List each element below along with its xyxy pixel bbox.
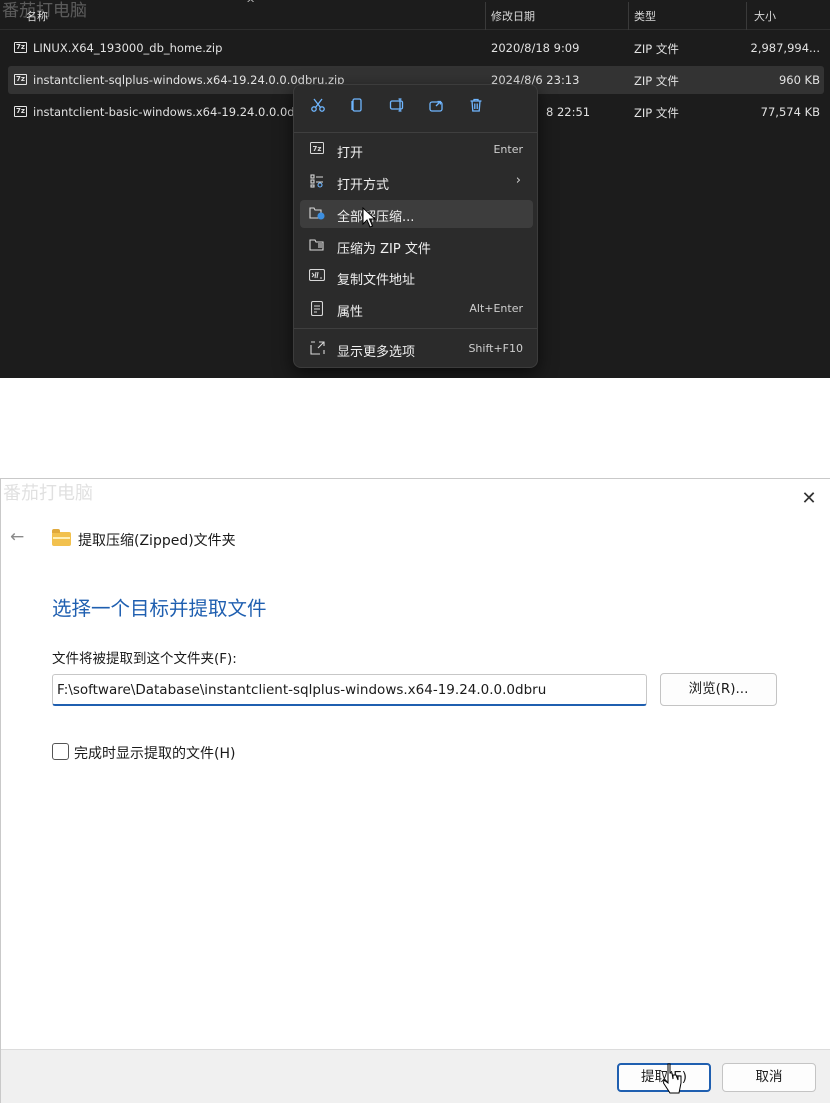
menu-item-properties[interactable]: 属性 Alt+Enter [300,295,533,323]
extract-zip-dialog: 番茄打电脑 ✕ ← 提取压缩(Zipped)文件夹 选择一个目标并提取文件 文件… [0,478,830,1103]
cancel-button[interactable]: 取消 [722,1063,816,1092]
menu-divider [294,328,537,329]
close-icon[interactable]: ✕ [797,487,821,511]
browse-button[interactable]: 浏览(R)... [660,673,777,706]
properties-icon [309,300,325,317]
context-menu: 7z 打开 Enter 打开方式 › 全部解压缩... 压缩为 ZIP 文件 复… [293,84,538,368]
file-size: 2,987,994... [750,41,821,55]
page-title: 选择一个目标并提取文件 [52,597,267,620]
sort-caret-icon: ^ [246,0,256,10]
svg-text:7z: 7z [313,145,322,153]
spacer [0,378,830,478]
file-name: instantclient-basic-windows.x64-19.24.0.… [33,105,295,119]
cut-icon[interactable] [307,97,329,119]
chevron-right-icon: › [515,173,521,188]
menu-item-open[interactable]: 7z 打开 Enter [300,136,533,164]
copy-path-icon [308,268,326,285]
column-name[interactable]: 名称 [26,8,48,24]
watermark: 番茄打电脑 [3,483,93,504]
destination-label: 文件将被提取到这个文件夹(F): [52,651,237,667]
mouse-cursor-icon [362,207,376,228]
delete-icon[interactable] [465,97,487,119]
zip-folder-icon [309,238,325,254]
menu-item-label: 复制文件地址 [337,273,416,288]
copy-icon[interactable] [346,97,368,119]
rename-icon[interactable] [386,97,408,119]
menu-item-label: 打开方式 [337,178,390,193]
column-header: 名称 ^ 修改日期 类型 大小 [0,0,830,30]
back-arrow-icon[interactable]: ← [10,527,24,547]
extract-folder-icon [309,206,325,222]
menu-item-copy-path[interactable]: 复制文件地址 [300,263,533,291]
menu-item-label: 压缩为 ZIP 文件 [337,242,431,257]
menu-item-label: 打开 [337,146,364,161]
destination-path-input[interactable] [52,674,647,706]
menu-item-compress-zip[interactable]: 压缩为 ZIP 文件 [300,232,533,260]
zip-file-icon: 7z [14,74,27,85]
file-row[interactable]: 7z LINUX.X64_193000_db_home.zip 2020/8/1… [8,34,824,62]
zip-file-icon: 7z [14,42,27,53]
column-type[interactable]: 类型 [634,8,656,24]
file-explorer: 名称 ^ 修改日期 类型 大小 番茄打电脑 7z LINUX.X64_19300… [0,0,830,378]
quick-actions-bar [294,85,537,131]
menu-item-label: 属性 [337,305,364,320]
mouse-cursor-icon [663,1063,682,1094]
zip-file-icon: 7z [309,142,325,158]
open-with-icon [309,174,325,190]
file-date: 8 22:51 [546,105,591,119]
menu-item-shortcut: Alt+Enter [469,302,523,315]
column-separator[interactable] [746,2,747,30]
file-size: 77,574 KB [760,105,820,119]
zip-file-icon: 7z [14,106,27,117]
menu-item-label: 显示更多选项 [337,345,416,360]
show-more-options-icon [309,341,325,357]
menu-item-shortcut: Enter [493,143,523,156]
share-icon[interactable] [425,97,447,119]
menu-item-show-more-options[interactable]: 显示更多选项 Shift+F10 [300,335,533,363]
file-name: LINUX.X64_193000_db_home.zip [33,41,223,55]
file-size: 960 KB [778,73,820,87]
file-type: ZIP 文件 [634,106,679,120]
menu-item-extract-all[interactable]: 全部解压缩... [300,200,533,228]
show-extracted-files-checkbox[interactable] [52,743,69,760]
menu-item-open-with[interactable]: 打开方式 › [300,168,533,196]
file-type: ZIP 文件 [634,74,679,88]
file-type: ZIP 文件 [634,42,679,56]
column-separator[interactable] [628,2,629,30]
zip-folder-icon [52,529,71,546]
column-size[interactable]: 大小 [754,8,776,24]
wizard-title: 提取压缩(Zipped)文件夹 [78,533,236,549]
menu-item-shortcut: Shift+F10 [468,342,523,355]
menu-divider [294,132,537,133]
column-date[interactable]: 修改日期 [491,8,535,24]
file-date: 2020/8/18 9:09 [491,41,580,55]
show-extracted-files-label[interactable]: 完成时显示提取的文件(H) [74,743,235,763]
column-separator[interactable] [485,2,486,30]
dialog-footer: 提取(E) 取消 [1,1049,830,1103]
